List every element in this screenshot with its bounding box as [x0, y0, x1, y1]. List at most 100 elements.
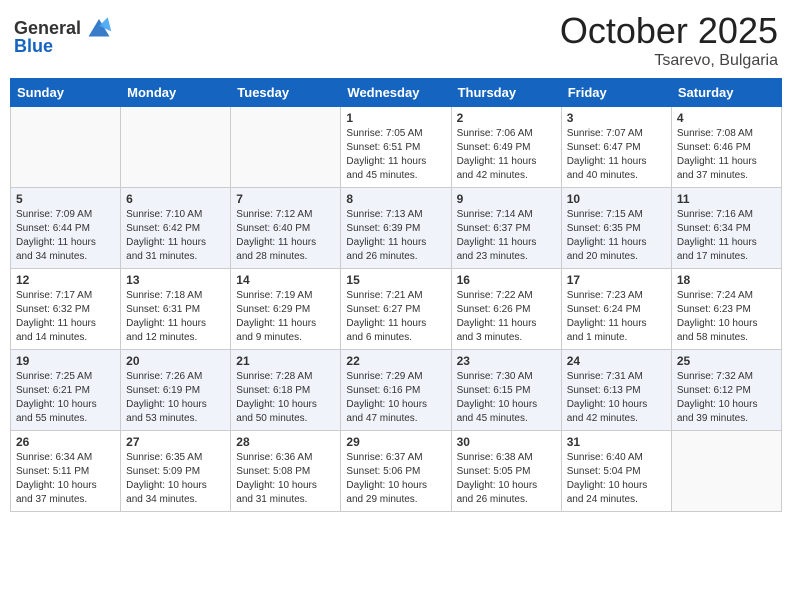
calendar-day: 30Sunrise: 6:38 AMSunset: 5:05 PMDayligh…	[451, 431, 561, 512]
calendar-day: 13 Sunrise: 7:18 AMSunset: 6:31 PMDayligh…	[121, 269, 231, 350]
day-number: 20	[126, 354, 225, 368]
calendar-day: 31 Sunrise: 6:40 AMSunset: 5:04 PMDayligh…	[561, 431, 671, 512]
day-number: 17	[567, 273, 666, 287]
calendar-day: 27Sunrise: 6:35 AMSunset: 5:09 PMDayligh…	[121, 431, 231, 512]
day-number: 21	[236, 354, 335, 368]
day-info: Sunrise: 7:17 AMSunset: 6:32 PMDaylight:…	[16, 289, 115, 345]
calendar-day: 25 Sunrise: 7:32 AMSunset: 6:12 PMDayligh…	[671, 350, 781, 431]
day-number: 25	[677, 354, 776, 368]
day-info: Sunrise: 7:21 AMSunset: 6:27 PMDaylight:…	[346, 289, 445, 345]
day-info: Sunrise: 7:05 AMSunset: 6:51 PMDaylight:…	[346, 127, 445, 183]
calendar-day: 11 Sunrise: 7:16 AMSunset: 6:34 PMDayligh…	[671, 188, 781, 269]
calendar-day: 15 Sunrise: 7:21 AMSunset: 6:27 PMDayligh…	[341, 269, 451, 350]
day-info: Sunrise: 6:34 AMSunset: 5:11 PMDaylight:…	[16, 451, 115, 507]
day-of-week-header: Wednesday	[341, 79, 451, 107]
day-number: 12	[16, 273, 115, 287]
calendar-day: 19 Sunrise: 7:25 AMSunset: 6:21 PMDayligh…	[11, 350, 121, 431]
calendar-day: 1 Sunrise: 7:05 AMSunset: 6:51 PMDaylight…	[341, 107, 451, 188]
calendar-day: 5Sunrise: 7:09 AMSunset: 6:44 PMDaylight…	[11, 188, 121, 269]
day-number: 15	[346, 273, 445, 287]
day-info: Sunrise: 6:37 AMSunset: 5:06 PMDaylight:…	[346, 451, 445, 507]
day-number: 4	[677, 111, 776, 125]
day-number: 22	[346, 354, 445, 368]
day-number: 3	[567, 111, 666, 125]
day-info: Sunrise: 7:24 AMSunset: 6:23 PMDaylight:…	[677, 289, 776, 345]
day-info: Sunrise: 7:25 AMSunset: 6:21 PMDaylight:…	[16, 370, 115, 426]
day-number: 13	[126, 273, 225, 287]
calendar-week-row: 5Sunrise: 7:09 AMSunset: 6:44 PMDaylight…	[11, 188, 782, 269]
day-info: Sunrise: 6:38 AMSunset: 5:05 PMDaylight:…	[457, 451, 556, 507]
calendar-header-row: SundayMondayTuesdayWednesdayThursdayFrid…	[11, 79, 782, 107]
day-number: 9	[457, 192, 556, 206]
day-number: 31	[567, 435, 666, 449]
calendar-day: 21 Sunrise: 7:28 AMSunset: 6:18 PMDayligh…	[231, 350, 341, 431]
day-info: Sunrise: 7:18 AMSunset: 6:31 PMDaylight:…	[126, 289, 225, 345]
month-year: October 2025	[560, 10, 778, 52]
day-of-week-header: Saturday	[671, 79, 781, 107]
day-info: Sunrise: 7:10 AMSunset: 6:42 PMDaylight:…	[126, 208, 225, 264]
day-number: 2	[457, 111, 556, 125]
month-title: October 2025 Tsarevo, Bulgaria	[560, 10, 778, 70]
calendar-empty	[231, 107, 341, 188]
calendar-day: 4 Sunrise: 7:08 AMSunset: 6:46 PMDaylight…	[671, 107, 781, 188]
calendar-day: 14 Sunrise: 7:19 AMSunset: 6:29 PMDayligh…	[231, 269, 341, 350]
day-number: 23	[457, 354, 556, 368]
logo-icon	[85, 12, 113, 40]
day-info: Sunrise: 7:29 AMSunset: 6:16 PMDaylight:…	[346, 370, 445, 426]
day-info: Sunrise: 6:35 AMSunset: 5:09 PMDaylight:…	[126, 451, 225, 507]
calendar-week-row: 1 Sunrise: 7:05 AMSunset: 6:51 PMDaylight…	[11, 107, 782, 188]
calendar-day: 18 Sunrise: 7:24 AMSunset: 6:23 PMDayligh…	[671, 269, 781, 350]
calendar-day: 3Sunrise: 7:07 AMSunset: 6:47 PMDaylight…	[561, 107, 671, 188]
day-info: Sunrise: 7:15 AMSunset: 6:35 PMDaylight:…	[567, 208, 666, 264]
day-number: 29	[346, 435, 445, 449]
day-info: Sunrise: 7:32 AMSunset: 6:12 PMDaylight:…	[677, 370, 776, 426]
calendar-week-row: 12 Sunrise: 7:17 AMSunset: 6:32 PMDayligh…	[11, 269, 782, 350]
day-number: 19	[16, 354, 115, 368]
day-info: Sunrise: 7:26 AMSunset: 6:19 PMDaylight:…	[126, 370, 225, 426]
calendar-day: 10 Sunrise: 7:15 AMSunset: 6:35 PMDayligh…	[561, 188, 671, 269]
day-number: 1	[346, 111, 445, 125]
day-info: Sunrise: 7:08 AMSunset: 6:46 PMDaylight:…	[677, 127, 776, 183]
calendar-day: 6Sunrise: 7:10 AMSunset: 6:42 PMDaylight…	[121, 188, 231, 269]
day-info: Sunrise: 7:16 AMSunset: 6:34 PMDaylight:…	[677, 208, 776, 264]
day-number: 7	[236, 192, 335, 206]
location: Tsarevo, Bulgaria	[560, 52, 778, 70]
day-of-week-header: Sunday	[11, 79, 121, 107]
day-info: Sunrise: 7:19 AMSunset: 6:29 PMDaylight:…	[236, 289, 335, 345]
calendar-day: 9Sunrise: 7:14 AMSunset: 6:37 PMDaylight…	[451, 188, 561, 269]
calendar-week-row: 19 Sunrise: 7:25 AMSunset: 6:21 PMDayligh…	[11, 350, 782, 431]
day-info: Sunrise: 7:30 AMSunset: 6:15 PMDaylight:…	[457, 370, 556, 426]
day-info: Sunrise: 6:36 AMSunset: 5:08 PMDaylight:…	[236, 451, 335, 507]
day-of-week-header: Friday	[561, 79, 671, 107]
calendar-day: 23 Sunrise: 7:30 AMSunset: 6:15 PMDayligh…	[451, 350, 561, 431]
day-number: 24	[567, 354, 666, 368]
day-of-week-header: Tuesday	[231, 79, 341, 107]
calendar-table: SundayMondayTuesdayWednesdayThursdayFrid…	[10, 78, 782, 512]
calendar-day: 7 Sunrise: 7:12 AMSunset: 6:40 PMDaylight…	[231, 188, 341, 269]
day-info: Sunrise: 7:09 AMSunset: 6:44 PMDaylight:…	[16, 208, 115, 264]
day-of-week-header: Monday	[121, 79, 231, 107]
day-number: 8	[346, 192, 445, 206]
calendar-day: 8 Sunrise: 7:13 AMSunset: 6:39 PMDaylight…	[341, 188, 451, 269]
calendar-empty	[121, 107, 231, 188]
day-of-week-header: Thursday	[451, 79, 561, 107]
calendar-day: 26Sunrise: 6:34 AMSunset: 5:11 PMDayligh…	[11, 431, 121, 512]
day-info: Sunrise: 6:40 AMSunset: 5:04 PMDaylight:…	[567, 451, 666, 507]
calendar-empty	[11, 107, 121, 188]
day-number: 10	[567, 192, 666, 206]
day-number: 18	[677, 273, 776, 287]
day-info: Sunrise: 7:28 AMSunset: 6:18 PMDaylight:…	[236, 370, 335, 426]
day-info: Sunrise: 7:06 AMSunset: 6:49 PMDaylight:…	[457, 127, 556, 183]
day-number: 11	[677, 192, 776, 206]
calendar-day: 16 Sunrise: 7:22 AMSunset: 6:26 PMDayligh…	[451, 269, 561, 350]
day-number: 16	[457, 273, 556, 287]
logo: General Blue	[14, 16, 113, 57]
day-info: Sunrise: 7:13 AMSunset: 6:39 PMDaylight:…	[346, 208, 445, 264]
calendar-day: 17 Sunrise: 7:23 AMSunset: 6:24 PMDayligh…	[561, 269, 671, 350]
day-info: Sunrise: 7:22 AMSunset: 6:26 PMDaylight:…	[457, 289, 556, 345]
calendar-day: 29 Sunrise: 6:37 AMSunset: 5:06 PMDayligh…	[341, 431, 451, 512]
day-number: 14	[236, 273, 335, 287]
day-info: Sunrise: 7:12 AMSunset: 6:40 PMDaylight:…	[236, 208, 335, 264]
calendar-day: 22 Sunrise: 7:29 AMSunset: 6:16 PMDayligh…	[341, 350, 451, 431]
day-info: Sunrise: 7:23 AMSunset: 6:24 PMDaylight:…	[567, 289, 666, 345]
